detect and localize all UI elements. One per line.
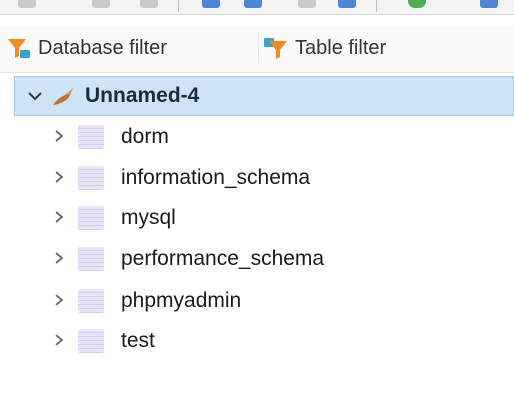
connection-icon — [51, 85, 75, 107]
table-filter[interactable]: Table filter — [258, 33, 506, 63]
toolbar-icon[interactable] — [244, 0, 262, 8]
chevron-right-icon[interactable] — [54, 331, 64, 352]
table-filter-label: Table filter — [295, 36, 387, 59]
tree-item-schema[interactable]: dorm — [0, 118, 514, 156]
schema-label: performance_schema — [121, 247, 325, 270]
toolbar-separator — [376, 0, 377, 12]
toolbar-icon[interactable] — [202, 0, 220, 8]
tree-item-schema[interactable]: test — [0, 322, 514, 360]
tree-item-schema[interactable]: performance_schema — [0, 240, 514, 278]
tree-root-connection[interactable]: Unnamed-4 — [14, 76, 514, 116]
chevron-right-icon[interactable] — [54, 168, 64, 189]
chevron-down-icon[interactable] — [27, 86, 45, 107]
toolbar-icon[interactable] — [338, 0, 356, 8]
database-icon — [78, 289, 104, 313]
toolbar-icon[interactable] — [480, 0, 498, 8]
database-icon — [78, 247, 104, 271]
chevron-right-icon[interactable] — [54, 291, 64, 312]
database-filter[interactable]: Database filter — [6, 33, 252, 63]
schema-label: information_schema — [121, 166, 311, 189]
database-filter-label: Database filter — [38, 36, 167, 59]
tree-item-schema[interactable]: mysql — [0, 199, 514, 237]
chevron-right-icon[interactable] — [54, 127, 64, 148]
chevron-right-icon[interactable] — [54, 208, 64, 229]
schema-label: phpmyadmin — [121, 289, 242, 312]
tree-item-schema[interactable]: information_schema — [0, 159, 514, 197]
toolbar-icon[interactable] — [18, 0, 36, 8]
toolbar-icon[interactable] — [92, 0, 110, 8]
toolbar-icon[interactable] — [298, 0, 316, 8]
database-icon — [78, 125, 104, 149]
filter-icon — [6, 36, 32, 60]
tree-item-schema[interactable]: phpmyadmin — [0, 282, 514, 320]
database-icon — [78, 166, 104, 190]
filter-bar: Database filter Table filter — [0, 26, 514, 73]
toolbar-icon[interactable] — [140, 0, 158, 8]
toolbar-icon[interactable] — [408, 0, 426, 8]
toolbar — [0, 0, 514, 15]
chevron-right-icon[interactable] — [54, 249, 64, 270]
database-icon — [78, 329, 104, 353]
schema-label: mysql — [121, 206, 176, 229]
schema-label: test — [121, 329, 155, 352]
toolbar-separator — [178, 0, 179, 12]
database-icon — [78, 206, 104, 230]
connection-label: Unnamed-4 — [85, 84, 200, 107]
filter-icon — [263, 36, 289, 60]
schema-label: dorm — [121, 125, 169, 148]
